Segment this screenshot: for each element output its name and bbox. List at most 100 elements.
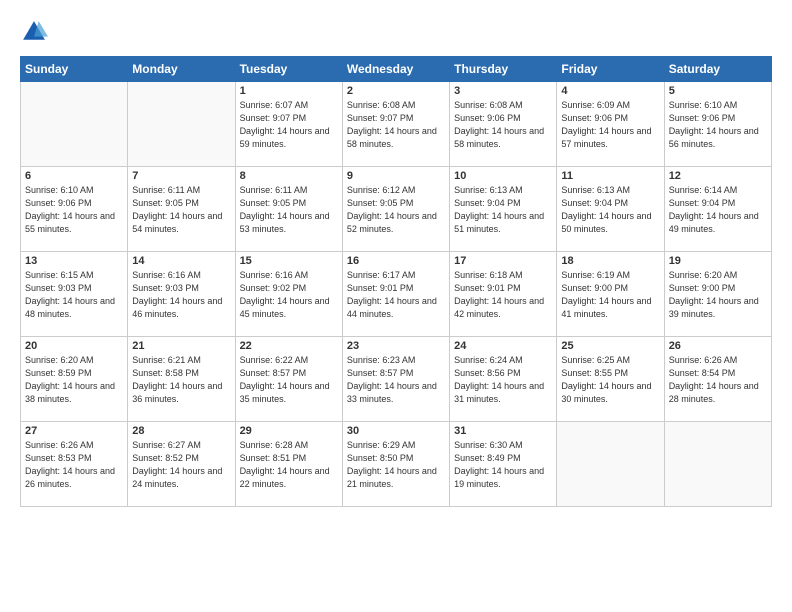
calendar-day-cell: 23 Sunrise: 6:23 AM Sunset: 8:57 PM Dayli…	[342, 337, 449, 422]
day-number: 28	[132, 425, 230, 437]
calendar-day-cell: 4 Sunrise: 6:09 AM Sunset: 9:06 PM Daylig…	[557, 82, 664, 167]
day-number: 22	[240, 340, 338, 352]
day-info: Sunrise: 6:20 AM Sunset: 8:59 PM Dayligh…	[25, 354, 123, 406]
calendar-day-cell: 15 Sunrise: 6:16 AM Sunset: 9:02 PM Dayli…	[235, 252, 342, 337]
calendar-day-cell: 17 Sunrise: 6:18 AM Sunset: 9:01 PM Dayli…	[450, 252, 557, 337]
day-number: 4	[561, 85, 659, 97]
calendar-day-cell: 25 Sunrise: 6:25 AM Sunset: 8:55 PM Dayli…	[557, 337, 664, 422]
day-number: 26	[669, 340, 767, 352]
calendar-week-row: 27 Sunrise: 6:26 AM Sunset: 8:53 PM Dayli…	[21, 422, 772, 507]
day-info: Sunrise: 6:29 AM Sunset: 8:50 PM Dayligh…	[347, 439, 445, 491]
day-info: Sunrise: 6:23 AM Sunset: 8:57 PM Dayligh…	[347, 354, 445, 406]
day-info: Sunrise: 6:20 AM Sunset: 9:00 PM Dayligh…	[669, 269, 767, 321]
calendar-day-cell: 26 Sunrise: 6:26 AM Sunset: 8:54 PM Dayli…	[664, 337, 771, 422]
day-number: 27	[25, 425, 123, 437]
day-number: 9	[347, 170, 445, 182]
day-number: 25	[561, 340, 659, 352]
calendar-day-cell: 21 Sunrise: 6:21 AM Sunset: 8:58 PM Dayli…	[128, 337, 235, 422]
calendar-day-cell: 7 Sunrise: 6:11 AM Sunset: 9:05 PM Daylig…	[128, 167, 235, 252]
calendar-weekday-header: Thursday	[450, 57, 557, 82]
day-number: 17	[454, 255, 552, 267]
calendar-day-cell: 22 Sunrise: 6:22 AM Sunset: 8:57 PM Dayli…	[235, 337, 342, 422]
calendar-week-row: 1 Sunrise: 6:07 AM Sunset: 9:07 PM Daylig…	[21, 82, 772, 167]
day-info: Sunrise: 6:26 AM Sunset: 8:54 PM Dayligh…	[669, 354, 767, 406]
day-number: 6	[25, 170, 123, 182]
calendar-week-row: 6 Sunrise: 6:10 AM Sunset: 9:06 PM Daylig…	[21, 167, 772, 252]
page: SundayMondayTuesdayWednesdayThursdayFrid…	[0, 0, 792, 612]
day-number: 11	[561, 170, 659, 182]
calendar-day-cell: 24Sunrise: 6:24 AM Sunset: 8:56 PM Dayli…	[450, 337, 557, 422]
day-info: Sunrise: 6:30 AM Sunset: 8:49 PM Dayligh…	[454, 439, 552, 491]
day-info: Sunrise: 6:19 AM Sunset: 9:00 PM Dayligh…	[561, 269, 659, 321]
day-info: Sunrise: 6:17 AM Sunset: 9:01 PM Dayligh…	[347, 269, 445, 321]
calendar-day-cell: 5Sunrise: 6:10 AM Sunset: 9:06 PM Daylig…	[664, 82, 771, 167]
calendar-weekday-header: Friday	[557, 57, 664, 82]
day-info: Sunrise: 6:08 AM Sunset: 9:07 PM Dayligh…	[347, 99, 445, 151]
day-info: Sunrise: 6:11 AM Sunset: 9:05 PM Dayligh…	[132, 184, 230, 236]
day-number: 18	[561, 255, 659, 267]
calendar-day-cell: 8Sunrise: 6:11 AM Sunset: 9:05 PM Daylig…	[235, 167, 342, 252]
logo-icon	[20, 18, 48, 46]
logo	[20, 18, 52, 46]
calendar-day-cell: 14 Sunrise: 6:16 AM Sunset: 9:03 PM Dayli…	[128, 252, 235, 337]
day-info: Sunrise: 6:11 AM Sunset: 9:05 PM Dayligh…	[240, 184, 338, 236]
day-info: Sunrise: 6:14 AM Sunset: 9:04 PM Dayligh…	[669, 184, 767, 236]
calendar-day-cell	[21, 82, 128, 167]
day-number: 5	[669, 85, 767, 97]
calendar-day-cell: 30 Sunrise: 6:29 AM Sunset: 8:50 PM Dayli…	[342, 422, 449, 507]
calendar-day-cell: 29Sunrise: 6:28 AM Sunset: 8:51 PM Dayli…	[235, 422, 342, 507]
day-info: Sunrise: 6:26 AM Sunset: 8:53 PM Dayligh…	[25, 439, 123, 491]
day-info: Sunrise: 6:13 AM Sunset: 9:04 PM Dayligh…	[454, 184, 552, 236]
calendar-day-cell: 9 Sunrise: 6:12 AM Sunset: 9:05 PM Daylig…	[342, 167, 449, 252]
day-info: Sunrise: 6:27 AM Sunset: 8:52 PM Dayligh…	[132, 439, 230, 491]
calendar-day-cell: 16Sunrise: 6:17 AM Sunset: 9:01 PM Dayli…	[342, 252, 449, 337]
calendar-day-cell: 2 Sunrise: 6:08 AM Sunset: 9:07 PM Daylig…	[342, 82, 449, 167]
day-number: 2	[347, 85, 445, 97]
calendar-week-row: 13Sunrise: 6:15 AM Sunset: 9:03 PM Dayli…	[21, 252, 772, 337]
day-info: Sunrise: 6:09 AM Sunset: 9:06 PM Dayligh…	[561, 99, 659, 151]
day-info: Sunrise: 6:16 AM Sunset: 9:02 PM Dayligh…	[240, 269, 338, 321]
calendar-day-cell: 3 Sunrise: 6:08 AM Sunset: 9:06 PM Daylig…	[450, 82, 557, 167]
day-number: 1	[240, 85, 338, 97]
day-number: 15	[240, 255, 338, 267]
day-info: Sunrise: 6:12 AM Sunset: 9:05 PM Dayligh…	[347, 184, 445, 236]
day-number: 24	[454, 340, 552, 352]
day-number: 3	[454, 85, 552, 97]
day-info: Sunrise: 6:16 AM Sunset: 9:03 PM Dayligh…	[132, 269, 230, 321]
day-info: Sunrise: 6:07 AM Sunset: 9:07 PM Dayligh…	[240, 99, 338, 151]
day-info: Sunrise: 6:18 AM Sunset: 9:01 PM Dayligh…	[454, 269, 552, 321]
calendar-week-row: 20 Sunrise: 6:20 AM Sunset: 8:59 PM Dayli…	[21, 337, 772, 422]
calendar-table: SundayMondayTuesdayWednesdayThursdayFrid…	[20, 56, 772, 507]
calendar-day-cell: 11 Sunrise: 6:13 AM Sunset: 9:04 PM Dayli…	[557, 167, 664, 252]
day-info: Sunrise: 6:21 AM Sunset: 8:58 PM Dayligh…	[132, 354, 230, 406]
day-number: 30	[347, 425, 445, 437]
calendar-day-cell: 10 Sunrise: 6:13 AM Sunset: 9:04 PM Dayli…	[450, 167, 557, 252]
calendar-weekday-header: Saturday	[664, 57, 771, 82]
header	[20, 18, 772, 46]
day-info: Sunrise: 6:10 AM Sunset: 9:06 PM Dayligh…	[25, 184, 123, 236]
calendar-weekday-header: Sunday	[21, 57, 128, 82]
calendar-day-cell: 27 Sunrise: 6:26 AM Sunset: 8:53 PM Dayli…	[21, 422, 128, 507]
day-info: Sunrise: 6:08 AM Sunset: 9:06 PM Dayligh…	[454, 99, 552, 151]
day-number: 31	[454, 425, 552, 437]
day-info: Sunrise: 6:13 AM Sunset: 9:04 PM Dayligh…	[561, 184, 659, 236]
day-number: 20	[25, 340, 123, 352]
calendar-day-cell: 6 Sunrise: 6:10 AM Sunset: 9:06 PM Daylig…	[21, 167, 128, 252]
calendar-day-cell: 1 Sunrise: 6:07 AM Sunset: 9:07 PM Daylig…	[235, 82, 342, 167]
calendar-day-cell: 31 Sunrise: 6:30 AM Sunset: 8:49 PM Dayli…	[450, 422, 557, 507]
calendar-day-cell: 12Sunrise: 6:14 AM Sunset: 9:04 PM Dayli…	[664, 167, 771, 252]
day-number: 10	[454, 170, 552, 182]
calendar-header-row: SundayMondayTuesdayWednesdayThursdayFrid…	[21, 57, 772, 82]
day-number: 14	[132, 255, 230, 267]
calendar-day-cell: 18 Sunrise: 6:19 AM Sunset: 9:00 PM Dayli…	[557, 252, 664, 337]
day-number: 13	[25, 255, 123, 267]
day-info: Sunrise: 6:22 AM Sunset: 8:57 PM Dayligh…	[240, 354, 338, 406]
day-info: Sunrise: 6:28 AM Sunset: 8:51 PM Dayligh…	[240, 439, 338, 491]
calendar-day-cell: 19 Sunrise: 6:20 AM Sunset: 9:00 PM Dayli…	[664, 252, 771, 337]
calendar-day-cell	[557, 422, 664, 507]
day-info: Sunrise: 6:25 AM Sunset: 8:55 PM Dayligh…	[561, 354, 659, 406]
day-number: 21	[132, 340, 230, 352]
day-number: 23	[347, 340, 445, 352]
day-number: 7	[132, 170, 230, 182]
day-number: 19	[669, 255, 767, 267]
